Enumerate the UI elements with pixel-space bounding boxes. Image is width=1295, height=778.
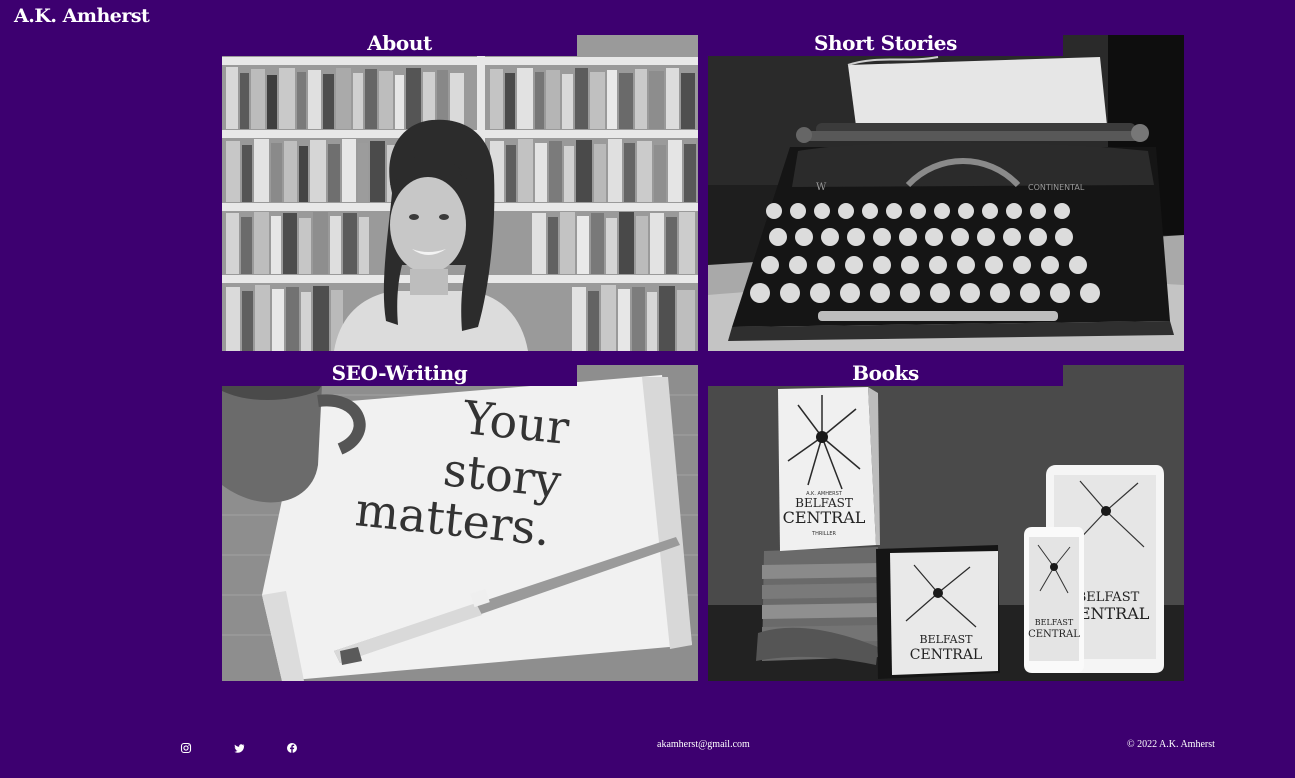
- tile-label-books[interactable]: Books: [708, 365, 1063, 386]
- svg-text:CONTINENTAL: CONTINENTAL: [1028, 183, 1085, 192]
- tile-short-stories[interactable]: W CONTINENTAL Short Stories: [708, 35, 1184, 351]
- svg-text:BELFAST: BELFAST: [1035, 618, 1074, 627]
- svg-text:BELFAST: BELFAST: [920, 633, 974, 646]
- footer-copyright: © 2022 A.K. Amherst: [1127, 739, 1215, 750]
- book-mockups-image: A.K. AMHERST BELFAST CENTRAL THRILLER BE…: [708, 365, 1184, 681]
- footer-email-link[interactable]: akamherst@gmail.com: [657, 739, 750, 750]
- typewriter-image: W CONTINENTAL: [708, 35, 1184, 351]
- svg-text:CENTRAL: CENTRAL: [910, 647, 982, 663]
- tile-label-seo-writing[interactable]: SEO-Writing: [222, 365, 577, 386]
- tile-label-about[interactable]: About: [222, 35, 577, 56]
- svg-text:CENTRAL: CENTRAL: [1028, 629, 1080, 640]
- instagram-icon[interactable]: [179, 740, 193, 754]
- tile-seo-writing[interactable]: Your story matters. SEO-Writing: [222, 365, 698, 681]
- twitter-icon[interactable]: [232, 740, 246, 754]
- book-title-line2: CENTRAL: [783, 508, 866, 527]
- site-title[interactable]: A.K. Amherst: [14, 5, 150, 27]
- book-genre: THRILLER: [811, 531, 836, 537]
- tile-books[interactable]: A.K. AMHERST BELFAST CENTRAL THRILLER BE…: [708, 365, 1184, 681]
- author-portrait-image: [222, 35, 698, 351]
- svg-text:BELFAST: BELFAST: [1077, 590, 1140, 605]
- svg-text:W: W: [816, 182, 827, 193]
- facebook-icon[interactable]: [285, 740, 299, 754]
- tile-label-short-stories[interactable]: Short Stories: [708, 35, 1063, 56]
- tile-about[interactable]: About: [222, 35, 698, 351]
- napkin-note-image: Your story matters.: [222, 365, 698, 681]
